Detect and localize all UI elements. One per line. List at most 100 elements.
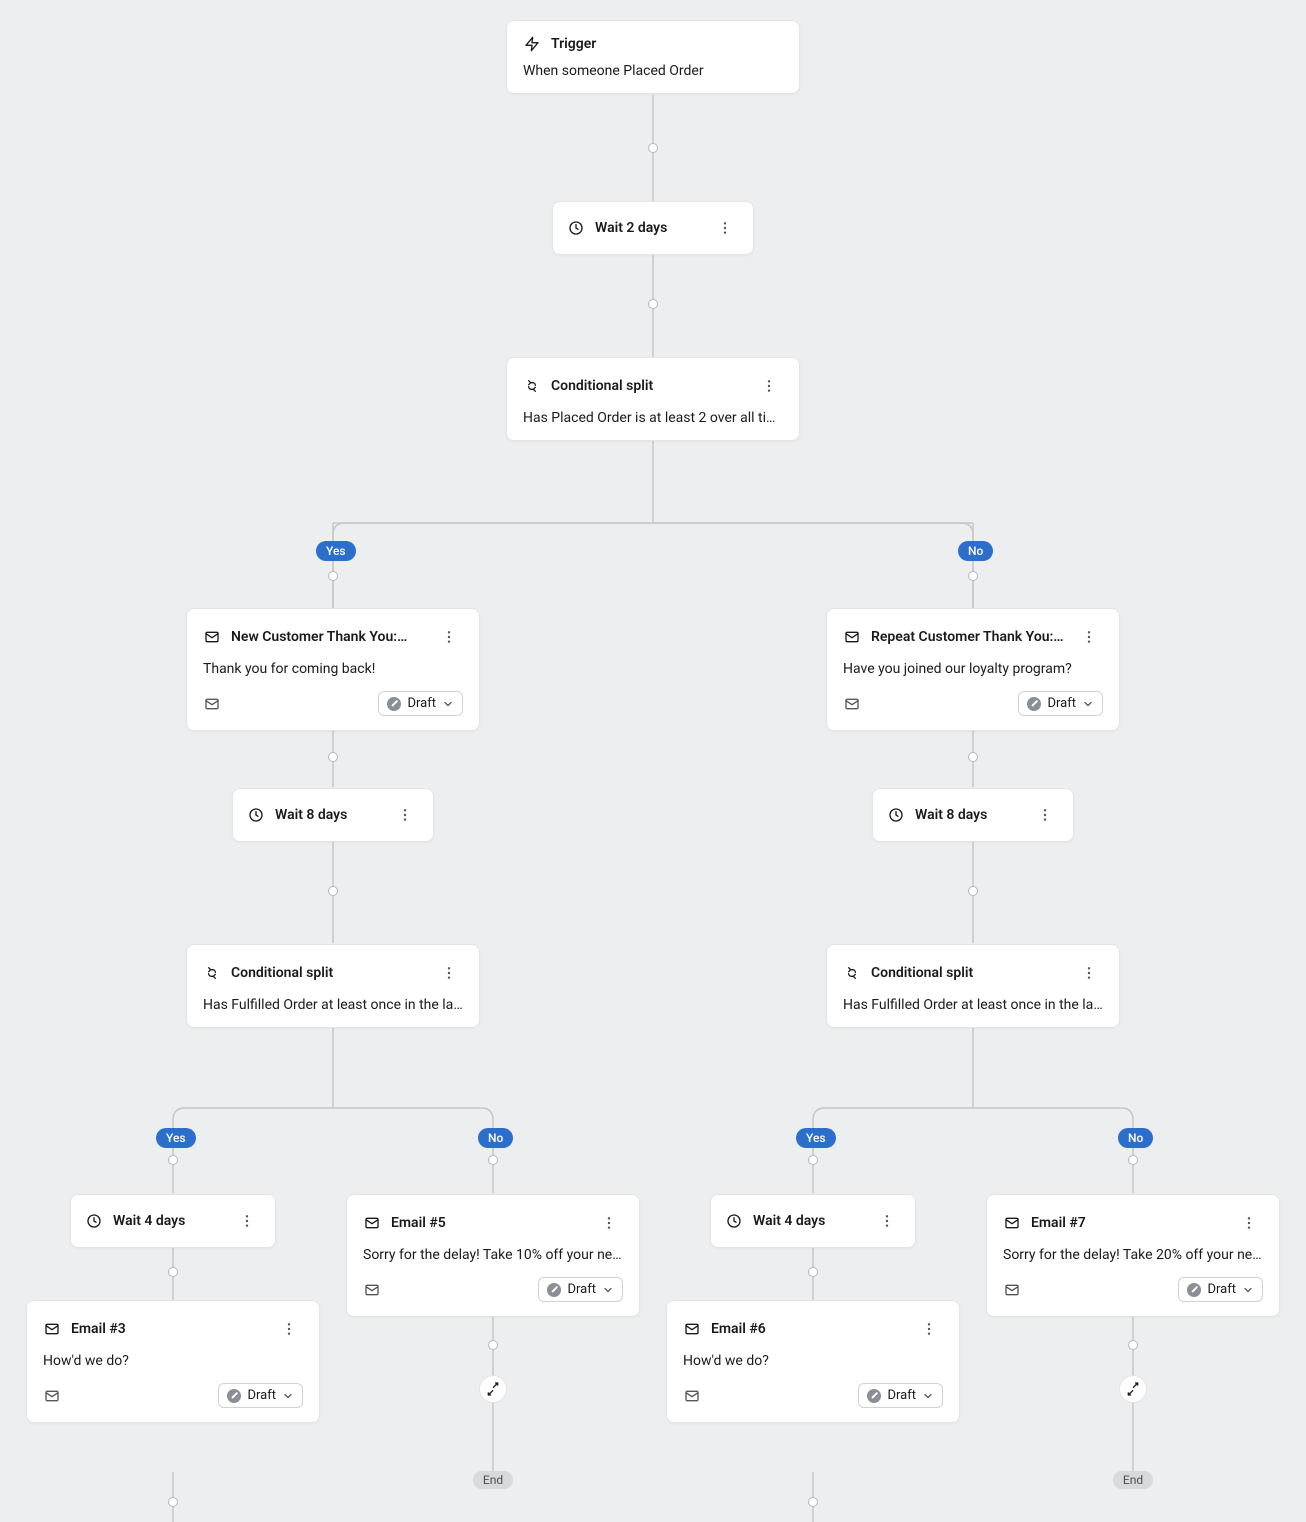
conditional-split-card[interactable]: Conditional split Has Fulfilled Order at… xyxy=(826,944,1120,1028)
status-label: Draft xyxy=(247,1388,276,1403)
add-step-dot[interactable] xyxy=(968,886,978,896)
add-step-dot[interactable] xyxy=(488,1340,498,1350)
mail-icon xyxy=(43,1320,61,1338)
wait-card[interactable]: Wait 2 days xyxy=(552,201,754,255)
mail-icon xyxy=(1003,1281,1021,1299)
branch-badge-yes: Yes xyxy=(316,541,356,561)
split-subtext: Has Placed Order is at least 2 over all … xyxy=(523,410,783,426)
email-title: Email #7 xyxy=(1031,1215,1225,1231)
wait-title: Wait 8 days xyxy=(275,807,381,823)
clock-icon xyxy=(887,806,905,824)
more-button[interactable] xyxy=(1031,801,1059,829)
trigger-title: Trigger xyxy=(551,36,783,52)
email-title: Email #3 xyxy=(71,1321,265,1337)
more-button[interactable] xyxy=(915,1315,943,1343)
branch-badge-no: No xyxy=(478,1128,513,1148)
split-subtext: Has Fulfilled Order at least once in the… xyxy=(843,997,1103,1013)
add-step-dot[interactable] xyxy=(1128,1340,1138,1350)
status-select[interactable]: Draft xyxy=(218,1383,303,1408)
email-subtext: How'd we do? xyxy=(43,1353,303,1369)
wait-title: Wait 4 days xyxy=(753,1213,863,1229)
status-select[interactable]: Draft xyxy=(1178,1277,1263,1302)
branch-badge-yes: Yes xyxy=(796,1128,836,1148)
more-button[interactable] xyxy=(435,623,463,651)
more-button[interactable] xyxy=(1075,959,1103,987)
status-select[interactable]: Draft xyxy=(378,691,463,716)
status-label: Draft xyxy=(1047,696,1076,711)
chevron-down-icon xyxy=(1082,698,1094,710)
mail-icon xyxy=(843,628,861,646)
wait-card[interactable]: Wait 8 days xyxy=(872,788,1074,842)
more-button[interactable] xyxy=(275,1315,303,1343)
branch-badge-no: No xyxy=(958,541,993,561)
more-button[interactable] xyxy=(233,1207,261,1235)
status-dot-icon xyxy=(547,1283,561,1297)
wait-title: Wait 8 days xyxy=(915,807,1021,823)
email-card-7[interactable]: Email #7 Sorry for the delay! Take 20% o… xyxy=(986,1194,1280,1317)
wait-title: Wait 4 days xyxy=(113,1213,223,1229)
add-step-dot[interactable] xyxy=(808,1497,818,1507)
add-step-dot[interactable] xyxy=(328,752,338,762)
split-icon xyxy=(523,377,541,395)
chevron-down-icon xyxy=(282,1390,294,1402)
add-step-dot[interactable] xyxy=(808,1155,818,1165)
split-icon xyxy=(843,964,861,982)
branch-badge-no: No xyxy=(1118,1128,1153,1148)
trigger-card[interactable]: Trigger When someone Placed Order xyxy=(506,20,800,94)
conditional-split-card[interactable]: Conditional split Has Fulfilled Order at… xyxy=(186,944,480,1028)
wait-card[interactable]: Wait 4 days xyxy=(710,1194,916,1248)
email-card-3[interactable]: Email #3 How'd we do? Draft xyxy=(26,1300,320,1423)
more-button[interactable] xyxy=(873,1207,901,1235)
email-subtext: Sorry for the delay! Take 10% off your n… xyxy=(363,1247,623,1263)
add-step-dot[interactable] xyxy=(648,143,658,153)
add-step-dot[interactable] xyxy=(1128,1155,1138,1165)
chevron-down-icon xyxy=(1242,1284,1254,1296)
more-button[interactable] xyxy=(1235,1209,1263,1237)
email-subtext: How'd we do? xyxy=(683,1353,943,1369)
more-button[interactable] xyxy=(435,959,463,987)
email-title: Email #6 xyxy=(711,1321,905,1337)
end-badge: End xyxy=(473,1471,513,1489)
status-select[interactable]: Draft xyxy=(538,1277,623,1302)
add-step-dot[interactable] xyxy=(808,1267,818,1277)
email-card-6[interactable]: Email #6 How'd we do? Draft xyxy=(666,1300,960,1423)
mail-icon xyxy=(683,1387,701,1405)
mail-icon xyxy=(203,628,221,646)
conditional-split-card[interactable]: Conditional split Has Placed Order is at… xyxy=(506,357,800,441)
wait-card[interactable]: Wait 4 days xyxy=(70,1194,276,1248)
exit-icon xyxy=(479,1375,507,1403)
add-step-dot[interactable] xyxy=(328,886,338,896)
status-dot-icon xyxy=(387,697,401,711)
split-subtext: Has Fulfilled Order at least once in the… xyxy=(203,997,463,1013)
more-button[interactable] xyxy=(391,801,419,829)
split-title: Conditional split xyxy=(551,378,745,394)
add-step-dot[interactable] xyxy=(168,1155,178,1165)
add-step-dot[interactable] xyxy=(488,1155,498,1165)
more-button[interactable] xyxy=(1075,623,1103,651)
add-step-dot[interactable] xyxy=(968,752,978,762)
more-button[interactable] xyxy=(595,1209,623,1237)
email-subtext: Sorry for the delay! Take 20% off your n… xyxy=(1003,1247,1263,1263)
status-select[interactable]: Draft xyxy=(1018,691,1103,716)
email-card-5[interactable]: Email #5 Sorry for the delay! Take 10% o… xyxy=(346,1194,640,1317)
wait-title: Wait 2 days xyxy=(595,220,701,236)
add-step-dot[interactable] xyxy=(968,571,978,581)
status-dot-icon xyxy=(867,1389,881,1403)
status-dot-icon xyxy=(1187,1283,1201,1297)
email-card-new-customer[interactable]: New Customer Thank You:… Thank you for c… xyxy=(186,608,480,731)
add-step-dot[interactable] xyxy=(648,299,658,309)
wait-card[interactable]: Wait 8 days xyxy=(232,788,434,842)
add-step-dot[interactable] xyxy=(168,1497,178,1507)
more-button[interactable] xyxy=(755,372,783,400)
email-title: Repeat Customer Thank You:… xyxy=(871,629,1065,645)
email-card-repeat-customer[interactable]: Repeat Customer Thank You:… Have you joi… xyxy=(826,608,1120,731)
more-button[interactable] xyxy=(711,214,739,242)
status-dot-icon xyxy=(1027,697,1041,711)
status-label: Draft xyxy=(567,1282,596,1297)
exit-icon xyxy=(1119,1375,1147,1403)
status-select[interactable]: Draft xyxy=(858,1383,943,1408)
status-label: Draft xyxy=(887,1388,916,1403)
add-step-dot[interactable] xyxy=(168,1267,178,1277)
add-step-dot[interactable] xyxy=(328,571,338,581)
email-subtext: Have you joined our loyalty program? xyxy=(843,661,1103,677)
